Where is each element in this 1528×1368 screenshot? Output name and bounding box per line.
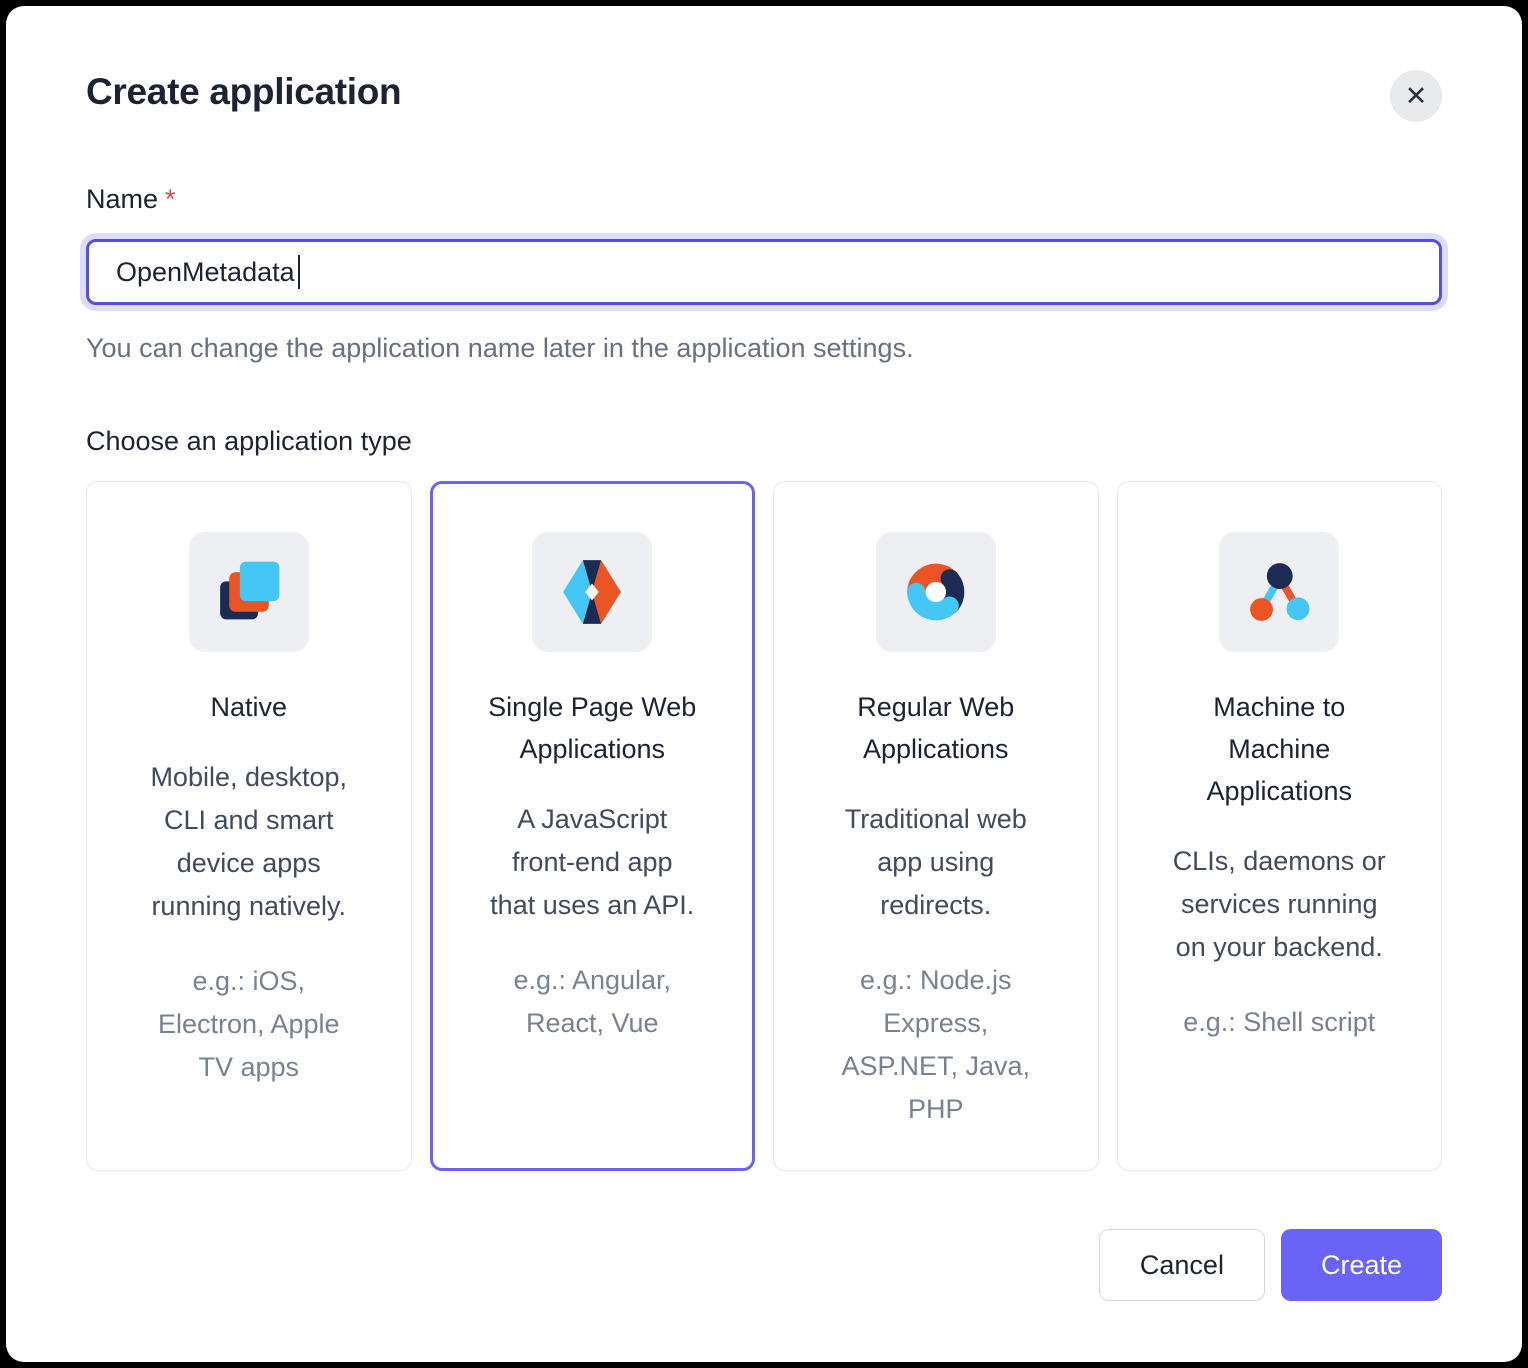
- card-title: Native: [107, 686, 391, 728]
- app-type-card-single-page-web[interactable]: Single Page Web Applications A JavaScrip…: [430, 481, 756, 1171]
- application-name-input[interactable]: OpenMetadata: [86, 239, 1442, 305]
- card-description: CLIs, daemons or services running on you…: [1138, 840, 1422, 969]
- regular-web-swirl-icon: [876, 532, 996, 652]
- create-application-dialog: Create application ✕ Name* OpenMetadata …: [6, 6, 1522, 1362]
- name-helper-text: You can change the application name late…: [86, 333, 1442, 364]
- close-button[interactable]: ✕: [1390, 70, 1442, 122]
- card-example: e.g.: Shell script: [1138, 1001, 1422, 1044]
- dialog-header: Create application ✕: [86, 70, 1442, 122]
- card-description: Mobile, desktop, CLI and smart device ap…: [107, 756, 391, 928]
- card-title: Machine to Machine Applications: [1138, 686, 1422, 812]
- cancel-button[interactable]: Cancel: [1099, 1229, 1265, 1301]
- application-type-section-label: Choose an application type: [86, 426, 1442, 457]
- dialog-footer: Cancel Create: [86, 1229, 1442, 1301]
- spa-diamond-icon: [532, 532, 652, 652]
- card-example: e.g.: Angular, React, Vue: [451, 959, 735, 1045]
- name-label-text: Name: [86, 184, 158, 214]
- required-asterisk: *: [165, 184, 176, 214]
- card-title: Regular Web Applications: [794, 686, 1078, 770]
- create-button[interactable]: Create: [1281, 1229, 1442, 1301]
- app-type-card-regular-web[interactable]: Regular Web Applications Traditional web…: [773, 481, 1099, 1171]
- close-icon: ✕: [1405, 83, 1428, 110]
- application-name-input-value: OpenMetadata: [116, 257, 295, 288]
- card-title: Single Page Web Applications: [451, 686, 735, 770]
- card-description: Traditional web app using redirects.: [794, 798, 1078, 927]
- name-label: Name*: [86, 184, 1442, 215]
- app-type-card-native[interactable]: Native Mobile, desktop, CLI and smart de…: [86, 481, 412, 1171]
- machine-to-machine-nodes-icon: [1219, 532, 1339, 652]
- card-description: A JavaScript front-end app that uses an …: [451, 798, 735, 927]
- card-example: e.g.: iOS, Electron, Apple TV apps: [107, 960, 391, 1089]
- card-example: e.g.: Node.js Express, ASP.NET, Java, PH…: [794, 959, 1078, 1131]
- dialog-title: Create application: [86, 70, 401, 114]
- text-cursor: [298, 255, 300, 289]
- app-type-card-machine-to-machine[interactable]: Machine to Machine Applications CLIs, da…: [1117, 481, 1443, 1171]
- name-field-group: Name* OpenMetadata You can change the ap…: [86, 184, 1442, 364]
- native-stacked-squares-icon: [189, 532, 309, 652]
- application-type-cards: Native Mobile, desktop, CLI and smart de…: [86, 481, 1442, 1171]
